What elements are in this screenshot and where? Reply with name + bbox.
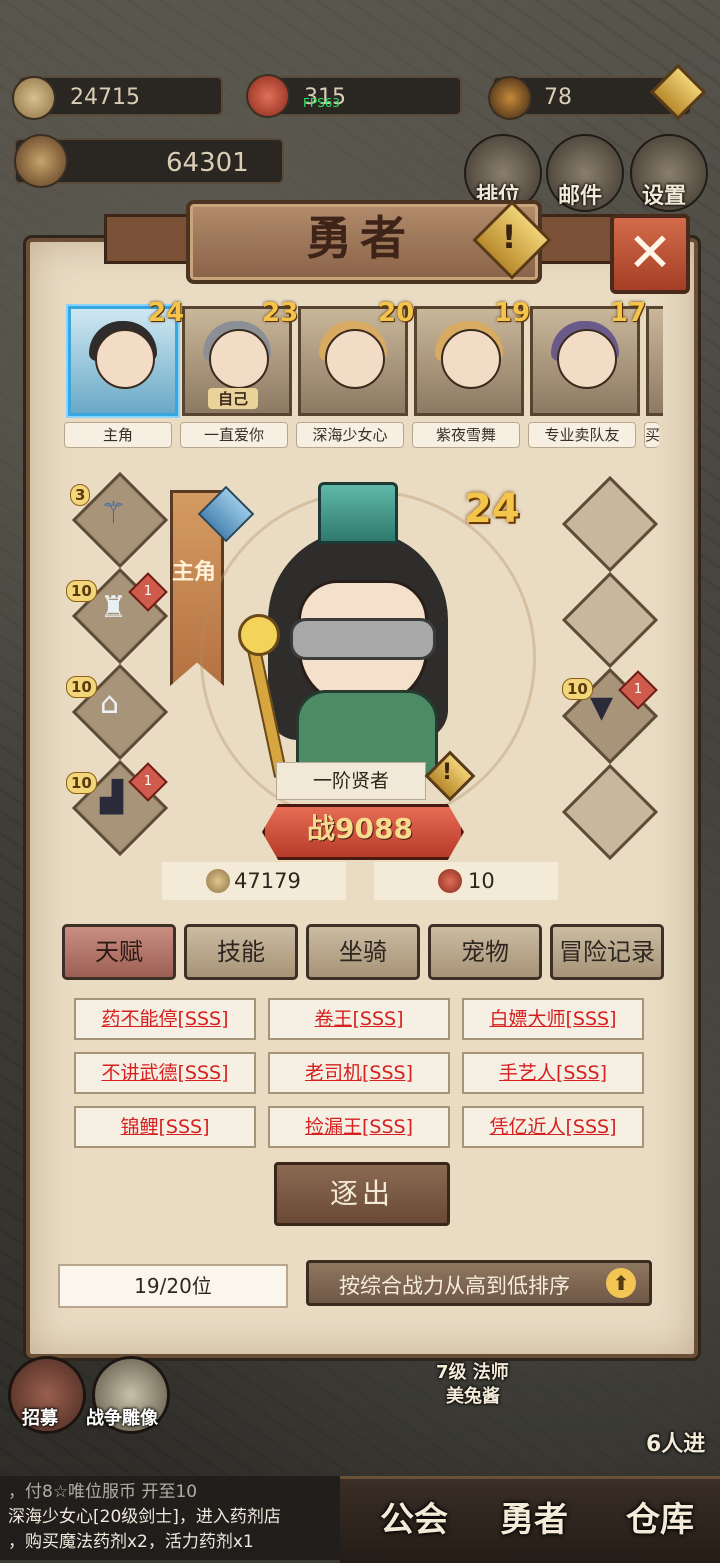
crystal-value: 78 <box>544 85 572 110</box>
hero-level-1: 23 <box>262 298 299 328</box>
chat-line: ，购买魔法药剂x2，活力药剂x1 <box>8 1532 254 1552</box>
talent-item[interactable]: 白嫖大师[SSS] <box>462 998 644 1040</box>
staff-item-icon: ⚚ <box>100 496 127 531</box>
total-power-value: 64301 <box>166 148 249 178</box>
mail-label: 邮件 <box>558 184 603 209</box>
character-level: 24 <box>464 486 520 532</box>
hero-face <box>209 329 269 389</box>
shoulder-item-icon: ▼ <box>590 690 614 725</box>
tab-mount[interactable]: 坐骑 <box>306 924 420 980</box>
gold-coin-icon <box>206 869 230 893</box>
character-eye-bandage <box>290 618 436 660</box>
self-tag: 自己 <box>208 388 258 409</box>
tab-skill[interactable]: 技能 <box>184 924 298 980</box>
boots-level: 10 <box>66 772 97 794</box>
power-crest-icon <box>14 134 68 188</box>
hero-name-0[interactable]: 主角 <box>64 422 172 448</box>
class-info-mark: ! <box>441 760 453 785</box>
nav-hero[interactable]: 勇者 <box>500 1492 568 1541</box>
tab-pet[interactable]: 宠物 <box>428 924 542 980</box>
gem-cost-value: 10 <box>468 869 495 893</box>
talent-item[interactable]: 药不能停[SSS] <box>74 998 256 1040</box>
combat-power-prefix: 战 <box>307 812 336 845</box>
talent-item[interactable]: 锦鲤[SSS] <box>74 1106 256 1148</box>
hero-card-5[interactable] <box>646 306 663 416</box>
hero-face <box>95 329 155 389</box>
gold-value: 24715 <box>70 85 140 110</box>
chat-line: ，付8☆唯位服币 开至10 <box>8 1482 198 1502</box>
character-staff-gem <box>238 614 280 656</box>
talent-item[interactable]: 捡漏王[SSS] <box>268 1106 450 1148</box>
gem-cost-box: 10 <box>374 862 558 900</box>
expel-button[interactable]: 逐出 <box>274 1162 450 1226</box>
hero-name-4[interactable]: 专业卖队友 <box>528 422 636 448</box>
talent-item[interactable]: 凭亿近人[SSS] <box>462 1106 644 1148</box>
armor-level: 10 <box>66 580 97 602</box>
combat-power-text: 战9088 <box>262 804 458 854</box>
accessory-level: 10 <box>562 678 593 700</box>
help-warning-mark: ! <box>501 218 517 256</box>
crystal-icon <box>488 76 532 120</box>
map-npc-name: 美兔酱 <box>446 1386 500 1407</box>
hero-count: 19/20位 <box>58 1264 288 1308</box>
talent-item[interactable]: 不讲武德[SSS] <box>74 1052 256 1094</box>
character-mitre <box>318 482 398 544</box>
settings-label: 设置 <box>642 184 687 209</box>
combat-power-value: 9088 <box>335 812 413 845</box>
boots-item-icon: ▟ <box>100 780 124 815</box>
hero-name-1[interactable]: 一直爱你 <box>180 422 288 448</box>
chat-log[interactable]: ，付8☆唯位服币 开至10 深海少女心[20级剑士]，进入药剂店 ，购买魔法药剂… <box>0 1476 340 1560</box>
tab-adventure-log[interactable]: 冒险记录 <box>550 924 664 980</box>
hero-name-3[interactable]: 紫夜雪舞 <box>412 422 520 448</box>
armor-upgrade-count: 1 <box>143 584 153 599</box>
gold-coin-icon <box>12 76 56 120</box>
class-name: 一阶贤者 <box>276 762 426 800</box>
hero-level-4: 17 <box>610 298 647 328</box>
hero-name-2[interactable]: 深海少女心 <box>296 422 404 448</box>
player-count: 6人进 <box>646 1432 706 1457</box>
hero-face <box>557 329 617 389</box>
hat-level: 10 <box>66 676 97 698</box>
boots-upgrade-count: 1 <box>143 774 153 789</box>
hero-level-3: 19 <box>494 298 531 328</box>
recruit-label: 招募 <box>22 1408 58 1429</box>
sort-button[interactable]: 按综合战力从高到低排序 <box>306 1260 652 1306</box>
talent-item[interactable]: 老司机[SSS] <box>268 1052 450 1094</box>
talent-item[interactable]: 卷王[SSS] <box>268 998 450 1040</box>
hero-face <box>325 329 385 389</box>
talent-item[interactable]: 手艺人[SSS] <box>462 1052 644 1094</box>
tab-talent[interactable]: 天赋 <box>62 924 176 980</box>
chat-line: 深海少女心[20级剑士]，进入药剂店 <box>8 1507 281 1527</box>
hero-face <box>441 329 501 389</box>
hero-level-0: 24 <box>148 298 185 328</box>
robe-item-icon: ♜ <box>100 590 127 625</box>
weapon-level: 3 <box>70 484 91 506</box>
gold-cost-box: 47179 <box>162 862 346 900</box>
hat-item-icon: ⌂ <box>100 686 120 721</box>
close-button[interactable]: ✕ <box>610 214 690 294</box>
sort-arrow-icon[interactable]: ⬆ <box>606 1268 636 1298</box>
gem-icon <box>246 74 290 118</box>
hero-name-5[interactable]: 买 <box>644 422 659 448</box>
map-npc-level: 7级 法师 <box>436 1362 509 1383</box>
hero-level-2: 20 <box>378 298 415 328</box>
nav-guild[interactable]: 公会 <box>380 1492 448 1541</box>
gem-icon <box>438 869 462 893</box>
accessory-upgrade-count: 1 <box>633 682 643 697</box>
role-ribbon-text: 主角 <box>171 560 216 585</box>
fps-counter: FPS63 <box>303 96 341 110</box>
gold-cost-value: 47179 <box>234 869 301 893</box>
war-statue-label: 战争雕像 <box>86 1408 158 1429</box>
nav-storage[interactable]: 仓库 <box>626 1492 694 1541</box>
